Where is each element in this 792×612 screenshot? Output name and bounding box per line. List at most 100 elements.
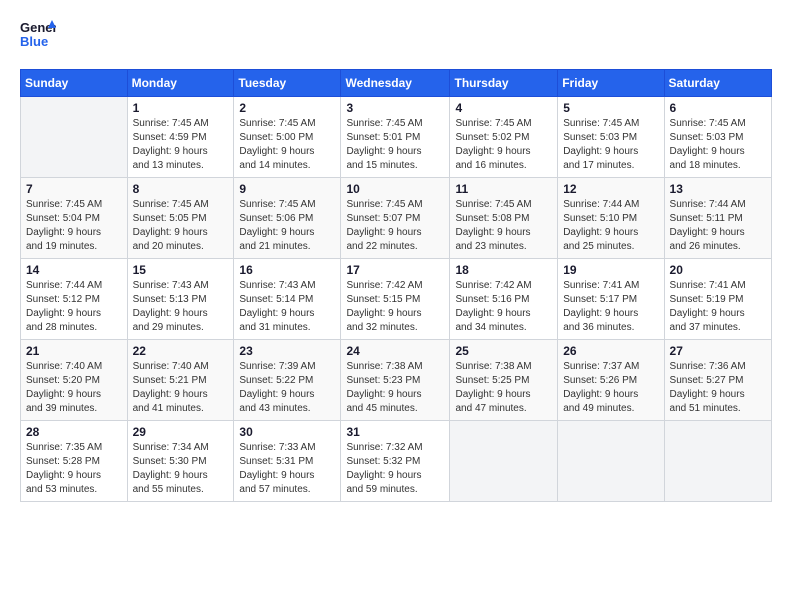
calendar-cell: 25 Sunrise: 7:38 AM Sunset: 5:25 PM Dayli…: [450, 340, 558, 421]
day-number: 14: [26, 263, 122, 277]
calendar-cell: 18 Sunrise: 7:42 AM Sunset: 5:16 PM Dayli…: [450, 259, 558, 340]
weekday-header-thursday: Thursday: [450, 70, 558, 97]
calendar-cell: 5 Sunrise: 7:45 AM Sunset: 5:03 PM Daylig…: [558, 97, 664, 178]
calendar-body: 1 Sunrise: 7:45 AM Sunset: 4:59 PM Daylig…: [21, 97, 772, 502]
calendar-cell: 14 Sunrise: 7:44 AM Sunset: 5:12 PM Dayli…: [21, 259, 128, 340]
calendar-cell: 12Sunrise: 7:44 AM Sunset: 5:10 PM Dayli…: [558, 178, 664, 259]
svg-text:Blue: Blue: [20, 34, 48, 49]
day-info: Sunrise: 7:45 AM Sunset: 5:05 PM Dayligh…: [133, 198, 229, 254]
calendar-cell: [664, 421, 771, 502]
weekday-header-friday: Friday: [558, 70, 664, 97]
day-number: 21: [26, 344, 122, 358]
calendar-cell: 26Sunrise: 7:37 AM Sunset: 5:26 PM Dayli…: [558, 340, 664, 421]
day-info: Sunrise: 7:42 AM Sunset: 5:16 PM Dayligh…: [455, 279, 552, 335]
calendar-cell: 4 Sunrise: 7:45 AM Sunset: 5:02 PM Daylig…: [450, 97, 558, 178]
calendar-cell: 30 Sunrise: 7:33 AM Sunset: 5:31 PM Dayli…: [234, 421, 341, 502]
day-info: Sunrise: 7:34 AM Sunset: 5:30 PM Dayligh…: [133, 441, 229, 497]
calendar-cell: 23 Sunrise: 7:39 AM Sunset: 5:22 PM Dayli…: [234, 340, 341, 421]
calendar-cell: 22 Sunrise: 7:40 AM Sunset: 5:21 PM Dayli…: [127, 340, 234, 421]
calendar-cell: 19 Sunrise: 7:41 AM Sunset: 5:17 PM Dayli…: [558, 259, 664, 340]
calendar-cell: 6Sunrise: 7:45 AM Sunset: 5:03 PM Daylig…: [664, 97, 771, 178]
day-info: Sunrise: 7:43 AM Sunset: 5:14 PM Dayligh…: [239, 279, 335, 335]
header: General Blue: [20, 16, 772, 57]
weekday-header-saturday: Saturday: [664, 70, 771, 97]
day-info: Sunrise: 7:39 AM Sunset: 5:22 PM Dayligh…: [239, 360, 335, 416]
day-number: 13: [670, 182, 766, 196]
day-info: Sunrise: 7:33 AM Sunset: 5:31 PM Dayligh…: [239, 441, 335, 497]
calendar-cell: 3 Sunrise: 7:45 AM Sunset: 5:01 PM Daylig…: [341, 97, 450, 178]
day-number: 3: [346, 101, 444, 115]
day-number: 9: [239, 182, 335, 196]
weekday-header-wednesday: Wednesday: [341, 70, 450, 97]
day-number: 4: [455, 101, 552, 115]
day-number: 6: [670, 101, 766, 115]
day-number: 24: [346, 344, 444, 358]
day-number: 12: [563, 182, 658, 196]
day-info: Sunrise: 7:41 AM Sunset: 5:19 PM Dayligh…: [670, 279, 766, 335]
calendar-cell: 11Sunrise: 7:45 AM Sunset: 5:08 PM Dayli…: [450, 178, 558, 259]
calendar-cell: 24 Sunrise: 7:38 AM Sunset: 5:23 PM Dayli…: [341, 340, 450, 421]
calendar-week-2: 7Sunrise: 7:45 AM Sunset: 5:04 PM Daylig…: [21, 178, 772, 259]
weekday-header-sunday: Sunday: [21, 70, 128, 97]
logo-icon: General Blue: [20, 16, 56, 52]
day-number: 20: [670, 263, 766, 277]
calendar-week-5: 28Sunrise: 7:35 AM Sunset: 5:28 PM Dayli…: [21, 421, 772, 502]
weekday-header-monday: Monday: [127, 70, 234, 97]
day-info: Sunrise: 7:45 AM Sunset: 5:03 PM Dayligh…: [563, 117, 658, 173]
day-info: Sunrise: 7:45 AM Sunset: 5:01 PM Dayligh…: [346, 117, 444, 173]
day-number: 2: [239, 101, 335, 115]
calendar-cell: [450, 421, 558, 502]
day-number: 19: [563, 263, 658, 277]
calendar-week-4: 21Sunrise: 7:40 AM Sunset: 5:20 PM Dayli…: [21, 340, 772, 421]
day-info: Sunrise: 7:41 AM Sunset: 5:17 PM Dayligh…: [563, 279, 658, 335]
day-number: 30: [239, 425, 335, 439]
page-container: General Blue SundayMondayTuesdayWednesda…: [0, 0, 792, 512]
calendar-cell: 29 Sunrise: 7:34 AM Sunset: 5:30 PM Dayli…: [127, 421, 234, 502]
calendar-cell: 8 Sunrise: 7:45 AM Sunset: 5:05 PM Daylig…: [127, 178, 234, 259]
day-number: 16: [239, 263, 335, 277]
calendar-cell: 1 Sunrise: 7:45 AM Sunset: 4:59 PM Daylig…: [127, 97, 234, 178]
calendar-cell: 15 Sunrise: 7:43 AM Sunset: 5:13 PM Dayli…: [127, 259, 234, 340]
day-info: Sunrise: 7:43 AM Sunset: 5:13 PM Dayligh…: [133, 279, 229, 335]
calendar-cell: 28Sunrise: 7:35 AM Sunset: 5:28 PM Dayli…: [21, 421, 128, 502]
day-info: Sunrise: 7:42 AM Sunset: 5:15 PM Dayligh…: [346, 279, 444, 335]
day-number: 8: [133, 182, 229, 196]
day-info: Sunrise: 7:44 AM Sunset: 5:11 PM Dayligh…: [670, 198, 766, 254]
day-info: Sunrise: 7:45 AM Sunset: 4:59 PM Dayligh…: [133, 117, 229, 173]
day-number: 18: [455, 263, 552, 277]
day-info: Sunrise: 7:44 AM Sunset: 5:12 PM Dayligh…: [26, 279, 122, 335]
day-number: 22: [133, 344, 229, 358]
calendar-table: SundayMondayTuesdayWednesdayThursdayFrid…: [20, 69, 772, 502]
day-info: Sunrise: 7:45 AM Sunset: 5:06 PM Dayligh…: [239, 198, 335, 254]
day-info: Sunrise: 7:45 AM Sunset: 5:00 PM Dayligh…: [239, 117, 335, 173]
day-number: 27: [670, 344, 766, 358]
calendar-cell: [21, 97, 128, 178]
weekday-header-tuesday: Tuesday: [234, 70, 341, 97]
day-number: 26: [563, 344, 658, 358]
day-info: Sunrise: 7:36 AM Sunset: 5:27 PM Dayligh…: [670, 360, 766, 416]
day-number: 1: [133, 101, 229, 115]
day-info: Sunrise: 7:45 AM Sunset: 5:02 PM Dayligh…: [455, 117, 552, 173]
day-info: Sunrise: 7:40 AM Sunset: 5:21 PM Dayligh…: [133, 360, 229, 416]
day-number: 23: [239, 344, 335, 358]
calendar-cell: 2 Sunrise: 7:45 AM Sunset: 5:00 PM Daylig…: [234, 97, 341, 178]
day-number: 15: [133, 263, 229, 277]
day-number: 10: [346, 182, 444, 196]
calendar-cell: [558, 421, 664, 502]
day-info: Sunrise: 7:45 AM Sunset: 5:07 PM Dayligh…: [346, 198, 444, 254]
day-info: Sunrise: 7:45 AM Sunset: 5:04 PM Dayligh…: [26, 198, 122, 254]
day-number: 29: [133, 425, 229, 439]
calendar-cell: 20 Sunrise: 7:41 AM Sunset: 5:19 PM Dayli…: [664, 259, 771, 340]
day-info: Sunrise: 7:38 AM Sunset: 5:23 PM Dayligh…: [346, 360, 444, 416]
day-number: 11: [455, 182, 552, 196]
calendar-cell: 16 Sunrise: 7:43 AM Sunset: 5:14 PM Dayli…: [234, 259, 341, 340]
day-number: 25: [455, 344, 552, 358]
calendar-cell: 9 Sunrise: 7:45 AM Sunset: 5:06 PM Daylig…: [234, 178, 341, 259]
day-info: Sunrise: 7:32 AM Sunset: 5:32 PM Dayligh…: [346, 441, 444, 497]
calendar-week-1: 1 Sunrise: 7:45 AM Sunset: 4:59 PM Daylig…: [21, 97, 772, 178]
day-info: Sunrise: 7:38 AM Sunset: 5:25 PM Dayligh…: [455, 360, 552, 416]
logo: General Blue: [20, 16, 56, 57]
day-number: 31: [346, 425, 444, 439]
calendar-week-3: 14 Sunrise: 7:44 AM Sunset: 5:12 PM Dayli…: [21, 259, 772, 340]
day-number: 5: [563, 101, 658, 115]
